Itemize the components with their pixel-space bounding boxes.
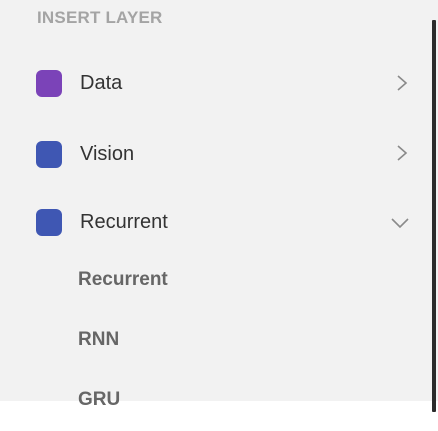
- category-color-swatch: [36, 70, 62, 97]
- chevron-right-icon[interactable]: [392, 73, 412, 93]
- layer-item-gru[interactable]: GRU: [78, 389, 120, 411]
- category-vision[interactable]: Vision: [0, 133, 425, 173]
- insert-layer-panel: INSERT LAYER Data Vision Recurrent Recur…: [0, 0, 438, 431]
- scrollbar[interactable]: [432, 20, 436, 412]
- category-recurrent[interactable]: Recurrent: [0, 203, 425, 243]
- layer-item-recurrent[interactable]: Recurrent: [78, 269, 168, 291]
- category-color-swatch: [36, 209, 62, 236]
- layer-item-rnn[interactable]: RNN: [78, 329, 119, 351]
- category-label: Vision: [80, 143, 135, 165]
- panel-title: INSERT LAYER: [37, 8, 163, 27]
- category-color-swatch: [36, 141, 62, 168]
- panel-bottom-edge: [0, 401, 438, 431]
- category-label: Recurrent: [80, 211, 168, 233]
- category-label: Data: [80, 72, 123, 94]
- chevron-right-icon[interactable]: [392, 143, 412, 163]
- chevron-down-icon[interactable]: [390, 213, 410, 233]
- category-data[interactable]: Data: [0, 63, 425, 103]
